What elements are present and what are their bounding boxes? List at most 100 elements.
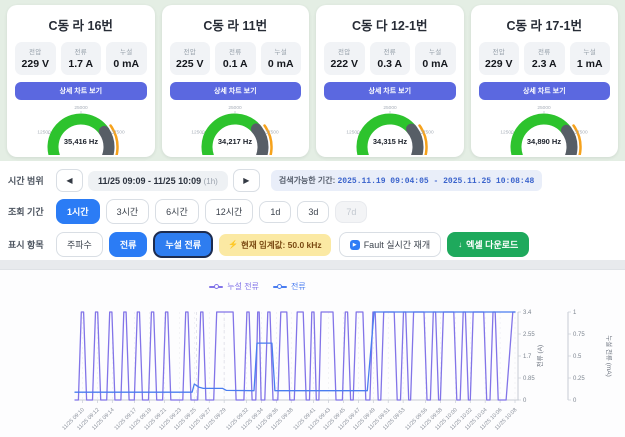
stat-chip: 누설 0 mA <box>415 42 456 75</box>
device-card-title: C동 라 16번 <box>48 19 113 33</box>
svg-text:0.5: 0.5 <box>573 354 582 360</box>
period-row: 조회 기간 1시간 3시간 6시간 12시간 1d 3d 7d <box>8 199 617 224</box>
chart-legend: 누설 전류 전류 <box>0 281 515 292</box>
threshold-text: 현재 임계값: 50.0 kHz <box>241 239 322 250</box>
stat-chip: 전압 229 V <box>478 42 519 75</box>
svg-text:25000: 25000 <box>538 105 552 111</box>
stat-chip-value: 1 mA <box>576 58 603 70</box>
device-cards-strip: C동 라 16번 전압 229 V 전류 1.7 A 누설 0 mA 상세 차트 보기 0… <box>0 0 625 161</box>
svg-text:12500: 12500 <box>37 129 51 135</box>
detail-chart-button[interactable]: 상세 차트 보기 <box>478 82 610 100</box>
display-option-전류[interactable]: 전류 <box>108 232 148 257</box>
detail-chart-button[interactable]: 상세 차트 보기 <box>15 82 147 100</box>
svg-text:전류 (A): 전류 (A) <box>535 345 544 367</box>
svg-text:34,890 Hz: 34,890 Hz <box>527 137 561 146</box>
display-button-group: 주파수 전류 누설 전류 <box>56 231 219 258</box>
frequency-gauge: 01250025000375005000035,416 Hz <box>37 105 125 155</box>
stat-chip-value: 0 mA <box>422 58 449 70</box>
period-button-group: 1시간 3시간 6시간 12시간 1d 3d 7d <box>56 199 373 224</box>
device-card: C동 다 12-1번 전압 222 V 전류 0.3 A 누설 0 mA 상세 차트 보기… <box>316 5 464 157</box>
display-option-누설 전류[interactable]: 누설 전류 <box>153 231 214 258</box>
stat-chip: 누설 0 mA <box>106 42 147 75</box>
legend-item[interactable]: 전류 <box>272 281 306 292</box>
legend-label: 누설 전류 <box>227 282 259 291</box>
stat-chip-value: 0 mA <box>113 58 140 70</box>
stat-chip: 누설 1 mA <box>569 42 610 75</box>
line-chart[interactable]: 11/25 09:1011/25 09:1211/25 09:1411/25 0… <box>0 294 625 437</box>
legend-marker-icon <box>209 284 224 290</box>
excel-download-button[interactable]: ↓ 엑셀 다운로드 <box>447 232 530 257</box>
available-range-badge: 검색가능한 기간: 2025.11.19 09:04:05 - 2025.11.… <box>270 170 543 191</box>
next-range-button[interactable]: ▶ <box>232 169 260 192</box>
device-card-title: C동 라 11번 <box>203 19 268 33</box>
svg-text:37500: 37500 <box>111 129 125 135</box>
download-icon: ↓ <box>458 240 463 249</box>
stat-chip-label: 누설 <box>583 49 597 56</box>
legend-label: 전류 <box>290 282 306 291</box>
svg-text:12500: 12500 <box>192 129 206 135</box>
stat-chip-label: 누설 <box>274 49 288 56</box>
svg-text:34,217 Hz: 34,217 Hz <box>218 137 252 146</box>
period-option-3시간[interactable]: 3시간 <box>105 199 150 224</box>
svg-text:1: 1 <box>573 310 577 316</box>
stat-chip-value: 0.3 A <box>377 58 403 70</box>
svg-text:34,315 Hz: 34,315 Hz <box>373 137 407 146</box>
period-label: 조회 기간 <box>8 207 44 217</box>
period-option-1시간[interactable]: 1시간 <box>56 199 100 224</box>
display-row: 표시 항목 주파수 전류 누설 전류 ⚡ 현재 임계값: 50.0 kHz ▶ Fa… <box>8 231 617 258</box>
stat-chip-value: 229 V <box>485 58 513 70</box>
svg-text:12500: 12500 <box>501 129 515 135</box>
range-text: 11/25 09:09 - 11/25 10:09 <box>98 175 202 186</box>
svg-text:25000: 25000 <box>383 105 397 111</box>
stat-chip-value: 1.7 A <box>68 58 94 70</box>
period-option-6시간[interactable]: 6시간 <box>155 199 199 224</box>
svg-text:0: 0 <box>573 398 577 404</box>
range-duration: (1h) <box>203 176 218 186</box>
stat-chip-label: 전압 <box>337 49 351 56</box>
svg-text:0.85: 0.85 <box>523 376 535 382</box>
stat-chip-label: 누설 <box>428 49 442 56</box>
legend-item[interactable]: 누설 전류 <box>209 281 259 292</box>
svg-text:37500: 37500 <box>266 129 280 135</box>
device-card: C동 라 17-1번 전압 229 V 전류 2.3 A 누설 1 mA 상세 차트 보기… <box>470 5 618 157</box>
stat-chip: 전압 225 V <box>169 42 210 75</box>
stat-chip: 전류 2.3 A <box>524 42 565 75</box>
svg-text:3.4: 3.4 <box>523 310 532 316</box>
frequency-gauge: 01250025000375005000034,315 Hz <box>346 105 434 155</box>
fault-resume-button[interactable]: ▶ Fault 실시간 재개 <box>338 232 442 257</box>
stat-chip-label: 전압 <box>28 49 42 56</box>
fault-resume-label: Fault 실시간 재개 <box>363 240 431 250</box>
svg-text:0.25: 0.25 <box>573 376 585 382</box>
period-option-1d[interactable]: 1d <box>259 200 292 223</box>
svg-text:37500: 37500 <box>420 129 434 135</box>
stat-chip: 전류 1.7 A <box>60 42 101 75</box>
prev-range-button[interactable]: ◀ <box>56 169 83 192</box>
device-card: C동 라 11번 전압 225 V 전류 0.1 A 누설 0 mA 상세 차트 보기 0… <box>161 5 309 157</box>
period-option-12시간[interactable]: 12시간 <box>204 199 254 224</box>
current-range-value: 11/25 09:09 - 11/25 10:09 (1h) <box>88 170 228 191</box>
stat-chip-label: 전류 <box>74 49 88 56</box>
frequency-gauge: 01250025000375005000034,890 Hz <box>501 105 588 155</box>
stat-chip: 전압 229 V <box>15 42 56 75</box>
svg-text:0: 0 <box>523 398 527 404</box>
display-label: 표시 항목 <box>8 240 44 250</box>
period-option-3d[interactable]: 3d <box>297 200 330 223</box>
svg-text:2.55: 2.55 <box>523 332 535 338</box>
svg-text:0.75: 0.75 <box>573 332 585 338</box>
display-option-주파수[interactable]: 주파수 <box>56 232 103 257</box>
section-divider <box>0 260 625 270</box>
play-icon: ▶ <box>349 239 360 250</box>
stat-chip-label: 전압 <box>183 49 197 56</box>
stat-chip: 전류 0.3 A <box>369 42 410 75</box>
detail-chart-button[interactable]: 상세 차트 보기 <box>324 82 456 100</box>
monitoring-dashboard: C동 라 16번 전압 229 V 전류 1.7 A 누설 0 mA 상세 차트 보기 0… <box>0 0 625 437</box>
svg-text:누설 전류 (mA): 누설 전류 (mA) <box>605 335 614 377</box>
stat-chip-label: 누설 <box>119 49 133 56</box>
excel-download-label: 엑셀 다운로드 <box>466 240 519 250</box>
stat-chips: 전압 222 V 전류 0.3 A 누설 0 mA <box>324 42 456 75</box>
stat-chip-value: 229 V <box>21 58 49 70</box>
available-range-value: 2025.11.19 09:04:05 - 2025.11.25 10:08:4… <box>337 177 535 186</box>
stat-chip-label: 전류 <box>228 49 242 56</box>
detail-chart-button[interactable]: 상세 차트 보기 <box>169 82 301 100</box>
lightning-icon: ⚡ <box>228 240 238 249</box>
